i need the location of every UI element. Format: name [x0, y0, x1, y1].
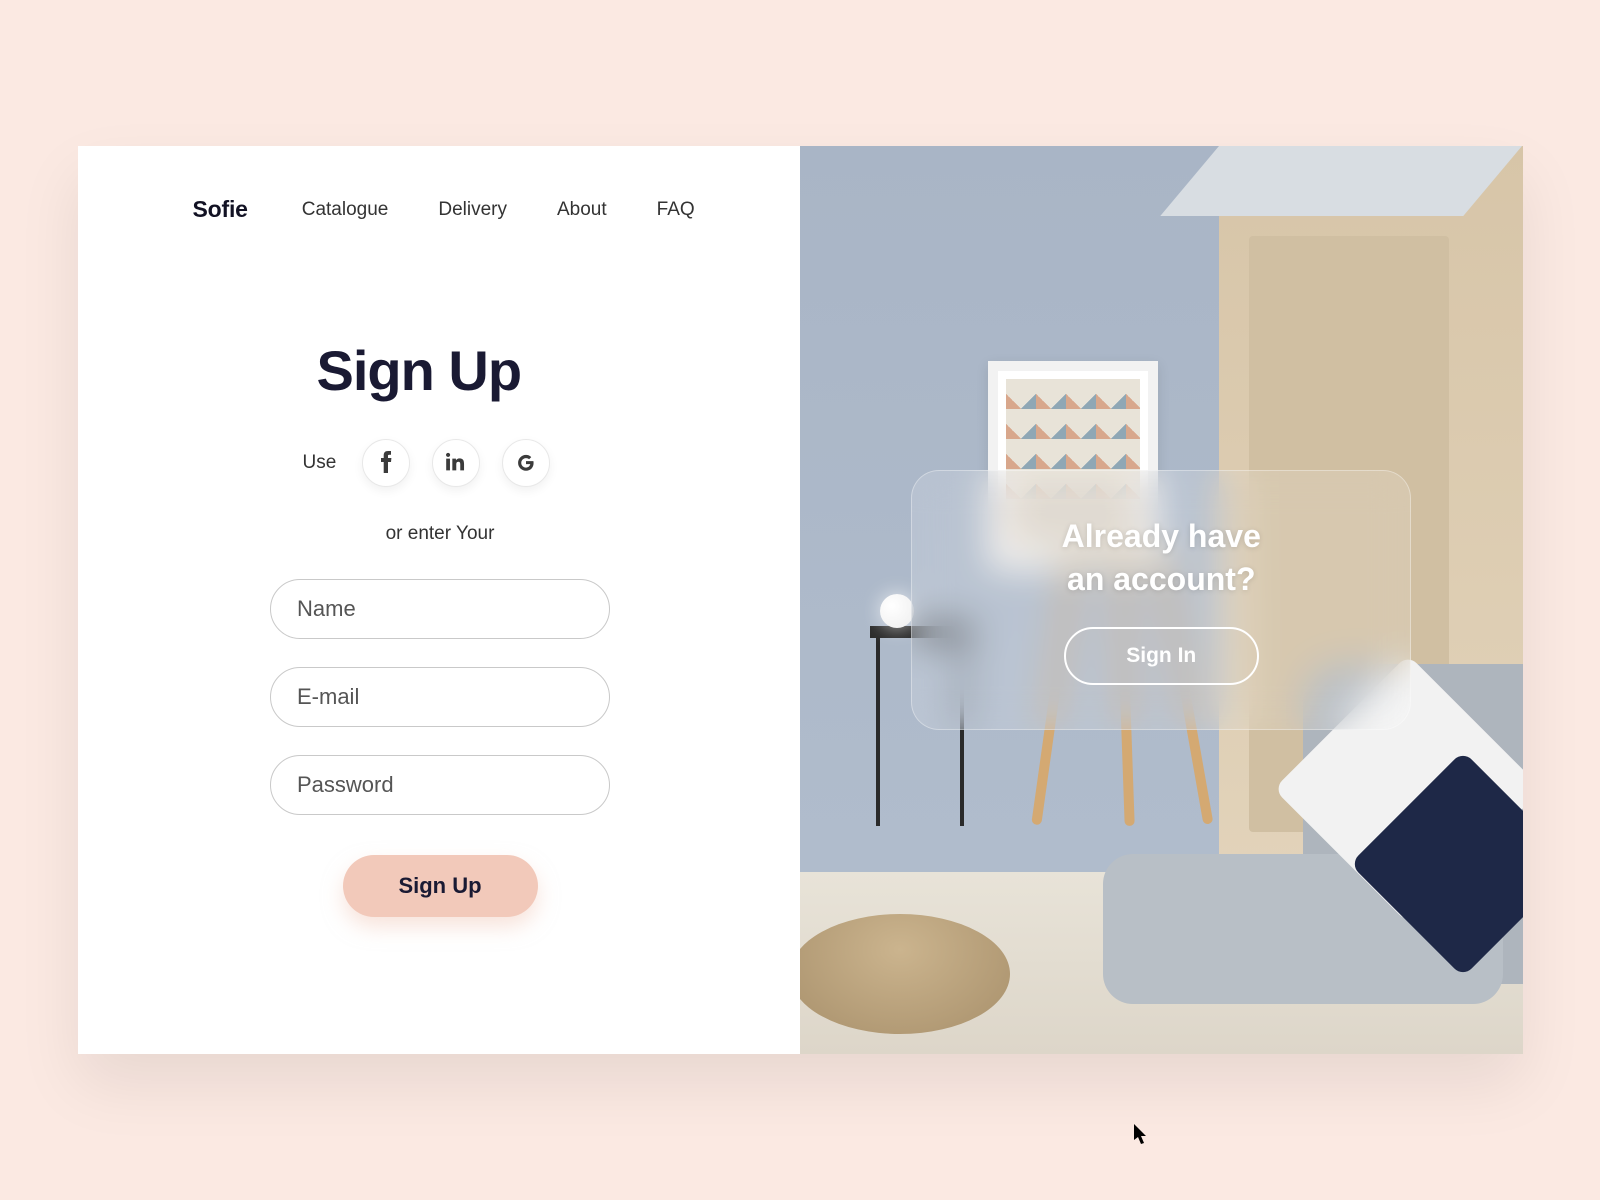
- email-input[interactable]: [270, 667, 610, 727]
- facebook-icon: [380, 451, 392, 476]
- nav-about[interactable]: About: [557, 199, 607, 221]
- input-group: [270, 579, 610, 815]
- nav-faq[interactable]: FAQ: [657, 199, 695, 221]
- cursor-icon: [1134, 1124, 1150, 1146]
- google-login-button[interactable]: [502, 439, 550, 487]
- facebook-login-button[interactable]: [362, 439, 410, 487]
- brand-logo[interactable]: Sofie: [193, 196, 248, 223]
- linkedin-icon: [446, 452, 466, 475]
- social-login-row: Use: [303, 439, 551, 487]
- signin-overlay: Already have an account? Sign In: [911, 470, 1411, 730]
- signup-button[interactable]: Sign Up: [343, 855, 538, 917]
- left-pane: Sofie Catalogue Delivery About FAQ Sign …: [78, 146, 801, 1054]
- signin-title-line2: an account?: [1067, 561, 1255, 597]
- use-label: Use: [303, 452, 337, 474]
- header: Sofie Catalogue Delivery About FAQ: [193, 196, 741, 223]
- main-nav: Catalogue Delivery About FAQ: [302, 199, 695, 221]
- nav-catalogue[interactable]: Catalogue: [302, 199, 389, 221]
- signin-title-line1: Already have: [1062, 518, 1261, 554]
- signin-overlay-title: Already have an account?: [1062, 515, 1261, 601]
- signup-card: Sofie Catalogue Delivery About FAQ Sign …: [78, 146, 1523, 1054]
- password-input[interactable]: [270, 755, 610, 815]
- hero-image-pane: Already have an account? Sign In: [800, 146, 1523, 1054]
- signup-title: Sign Up: [317, 338, 522, 403]
- nav-delivery[interactable]: Delivery: [438, 199, 507, 221]
- or-enter-label: or enter Your: [386, 523, 495, 545]
- signup-form: Sign Up Use: [263, 338, 618, 917]
- linkedin-login-button[interactable]: [432, 439, 480, 487]
- name-input[interactable]: [270, 579, 610, 639]
- google-icon: [516, 452, 536, 475]
- signin-button[interactable]: Sign In: [1064, 627, 1259, 685]
